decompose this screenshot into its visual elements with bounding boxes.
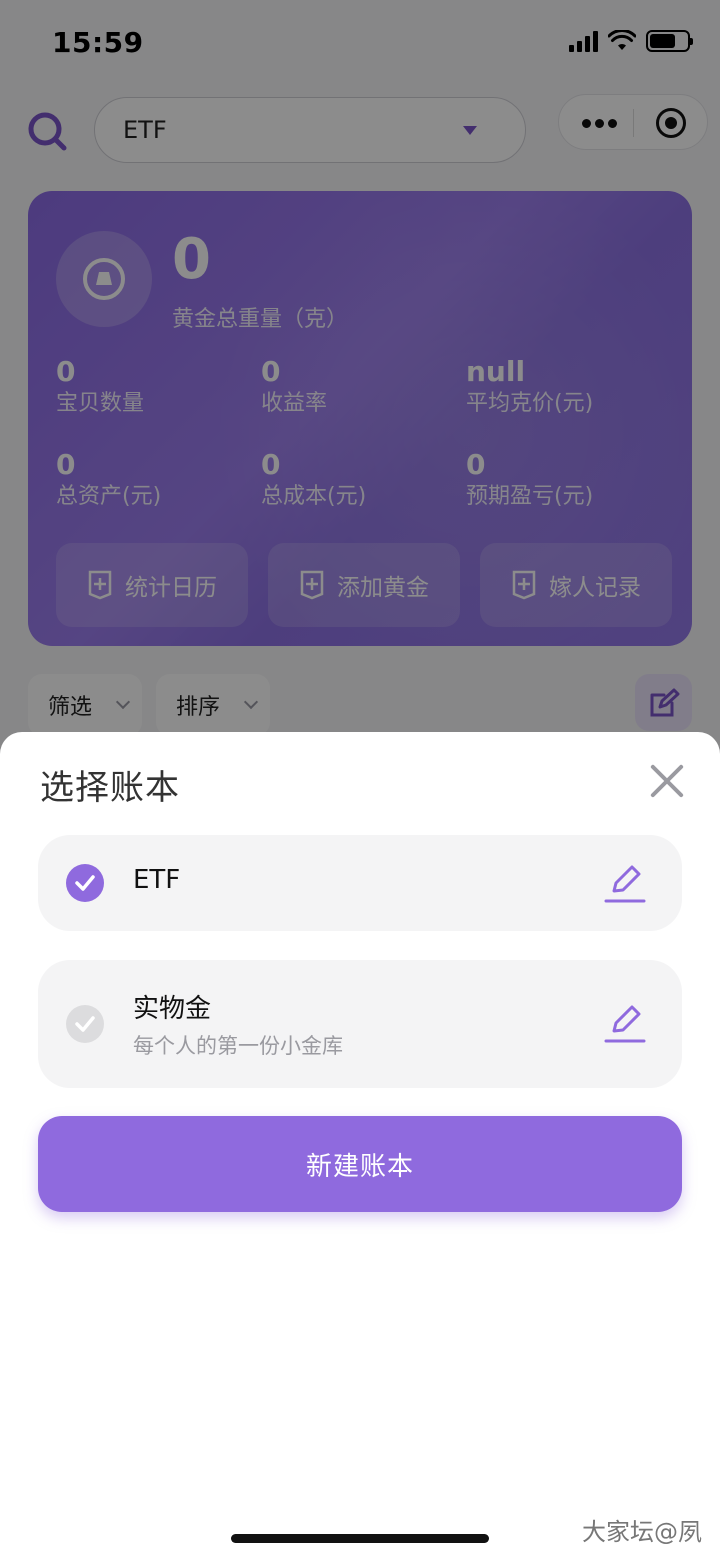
watermark: 大家坛@夙 [582,1518,702,1546]
home-indicator [231,1534,489,1543]
pencil-icon[interactable] [604,1003,646,1045]
select-ledger-sheet: 选择账本 ETF 实物金 每个人的第一份小金库 新建账本 大家坛@夙 [0,732,720,1558]
ledger-item-physical-gold[interactable]: 实物金 每个人的第一份小金库 [38,960,682,1088]
ledger-item-etf[interactable]: ETF [38,835,682,931]
checked-icon [66,864,104,902]
sheet-title: 选择账本 [40,768,180,808]
ledger-name: ETF [133,865,181,895]
ledger-description: 每个人的第一份小金库 [133,1034,343,1058]
new-ledger-button[interactable]: 新建账本 [38,1116,682,1212]
new-ledger-label: 新建账本 [305,1151,414,1182]
pencil-icon[interactable] [604,863,646,905]
close-icon[interactable] [648,762,686,800]
unchecked-icon [66,1005,104,1043]
ledger-name: 实物金 [133,994,212,1024]
